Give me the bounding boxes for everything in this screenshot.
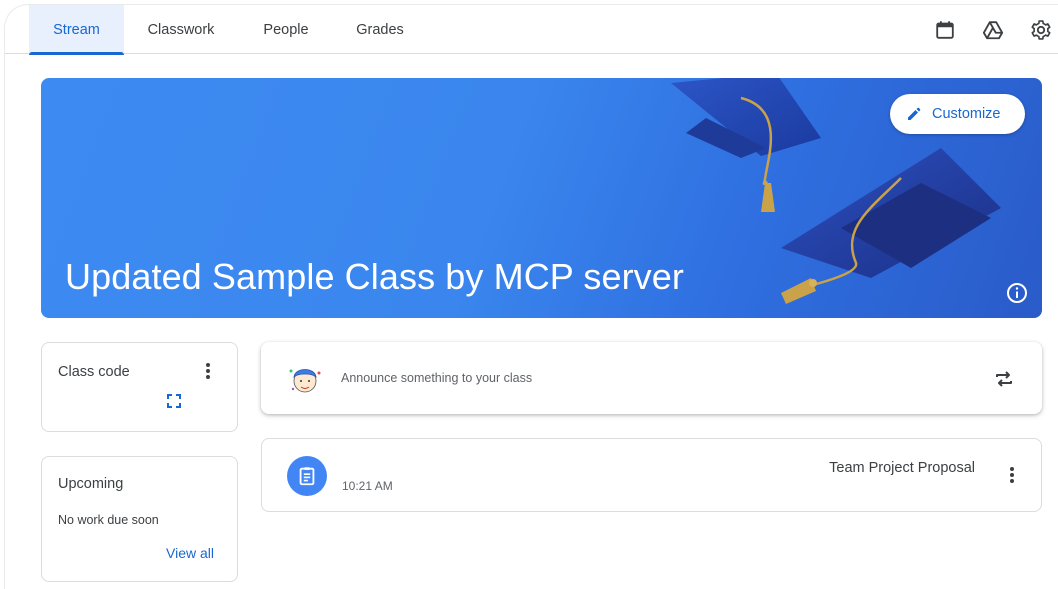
view-all-link[interactable]: View all <box>166 545 214 561</box>
tab-people[interactable]: People <box>252 5 320 54</box>
upcoming-title: Upcoming <box>58 476 124 492</box>
upcoming-card: Upcoming No work due soon View all <box>41 456 238 582</box>
class-code-card: Class code <box>41 342 238 432</box>
top-navigation: Stream Classwork People Grades <box>5 5 1058 55</box>
tab-classwork[interactable]: Classwork <box>137 5 225 54</box>
assignment-icon <box>287 456 327 496</box>
announce-box[interactable]: Announce something to your class <box>261 342 1042 414</box>
upcoming-empty-text: No work due soon <box>58 513 159 527</box>
tab-stream[interactable]: Stream <box>29 5 124 55</box>
class-banner: Updated Sample Class by MCP server Custo… <box>41 78 1042 318</box>
customize-button[interactable]: Customize <box>890 94 1025 134</box>
tab-people-label: People <box>263 21 309 38</box>
classroom-page: Stream Classwork People Grades Updated S… <box>4 4 1058 589</box>
drive-icon[interactable] <box>981 18 1005 42</box>
post-time: 10:21 AM <box>342 479 393 493</box>
more-vert-icon[interactable] <box>198 361 218 381</box>
customize-label: Customize <box>932 106 1001 122</box>
tab-grades-label: Grades <box>356 21 404 38</box>
calendar-icon[interactable] <box>933 18 957 42</box>
repost-icon[interactable] <box>993 368 1015 390</box>
tab-stream-label: Stream <box>53 21 100 38</box>
class-code-title: Class code <box>58 364 130 380</box>
post-title: Team Project Proposal <box>829 460 975 476</box>
avatar <box>285 359 325 399</box>
post-more-vert-icon[interactable] <box>1002 465 1022 485</box>
tab-classwork-label: Classwork <box>147 21 215 38</box>
fullscreen-icon[interactable] <box>166 393 182 409</box>
info-icon[interactable] <box>1006 282 1028 304</box>
stream-post[interactable]: Team Project Proposal 10:21 AM <box>261 438 1042 512</box>
gear-icon[interactable] <box>1029 18 1053 42</box>
tab-grades[interactable]: Grades <box>347 5 413 54</box>
class-title: Updated Sample Class by MCP server <box>65 256 684 297</box>
announce-placeholder: Announce something to your class <box>341 371 533 385</box>
pencil-icon <box>908 107 921 120</box>
